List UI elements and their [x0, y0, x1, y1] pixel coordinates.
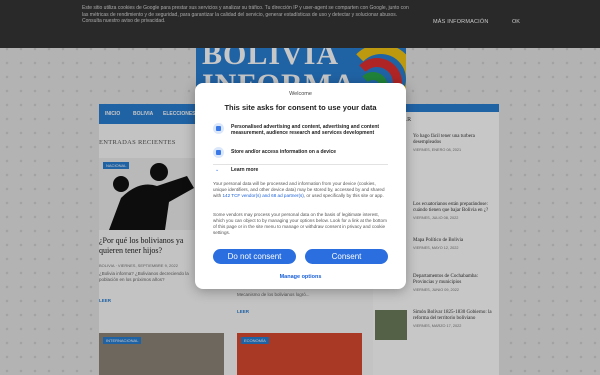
do-not-consent-button[interactable]: Do not consent	[213, 249, 296, 264]
device-icon	[213, 147, 224, 158]
consent-text: , or used specifically by this site or a…	[303, 193, 384, 198]
divider	[213, 164, 388, 165]
purpose-text: Store and/or access information on a dev…	[231, 149, 337, 155]
vendors-link[interactable]: 142 TCF vendor(s) and 68 ad partner(s)	[222, 193, 303, 198]
consent-dialog: Welcome This site asks for consent to us…	[195, 83, 406, 289]
consent-button[interactable]: Consent	[305, 249, 388, 264]
learn-more-toggle[interactable]: Learn more	[231, 167, 258, 173]
consent-title: This site asks for consent to use your d…	[224, 103, 377, 112]
person-icon	[213, 123, 224, 134]
purpose-text: Personalised advertising and content, ad…	[231, 124, 380, 136]
manage-options-link[interactable]: Manage options	[195, 274, 406, 280]
consent-brand: Welcome	[289, 91, 312, 97]
consent-paragraph-2: Some vendors may process your personal d…	[213, 212, 387, 235]
consent-paragraph-1: Your personal data will be processed and…	[213, 181, 389, 199]
chevron-down-icon[interactable]: ⌄	[215, 167, 219, 173]
